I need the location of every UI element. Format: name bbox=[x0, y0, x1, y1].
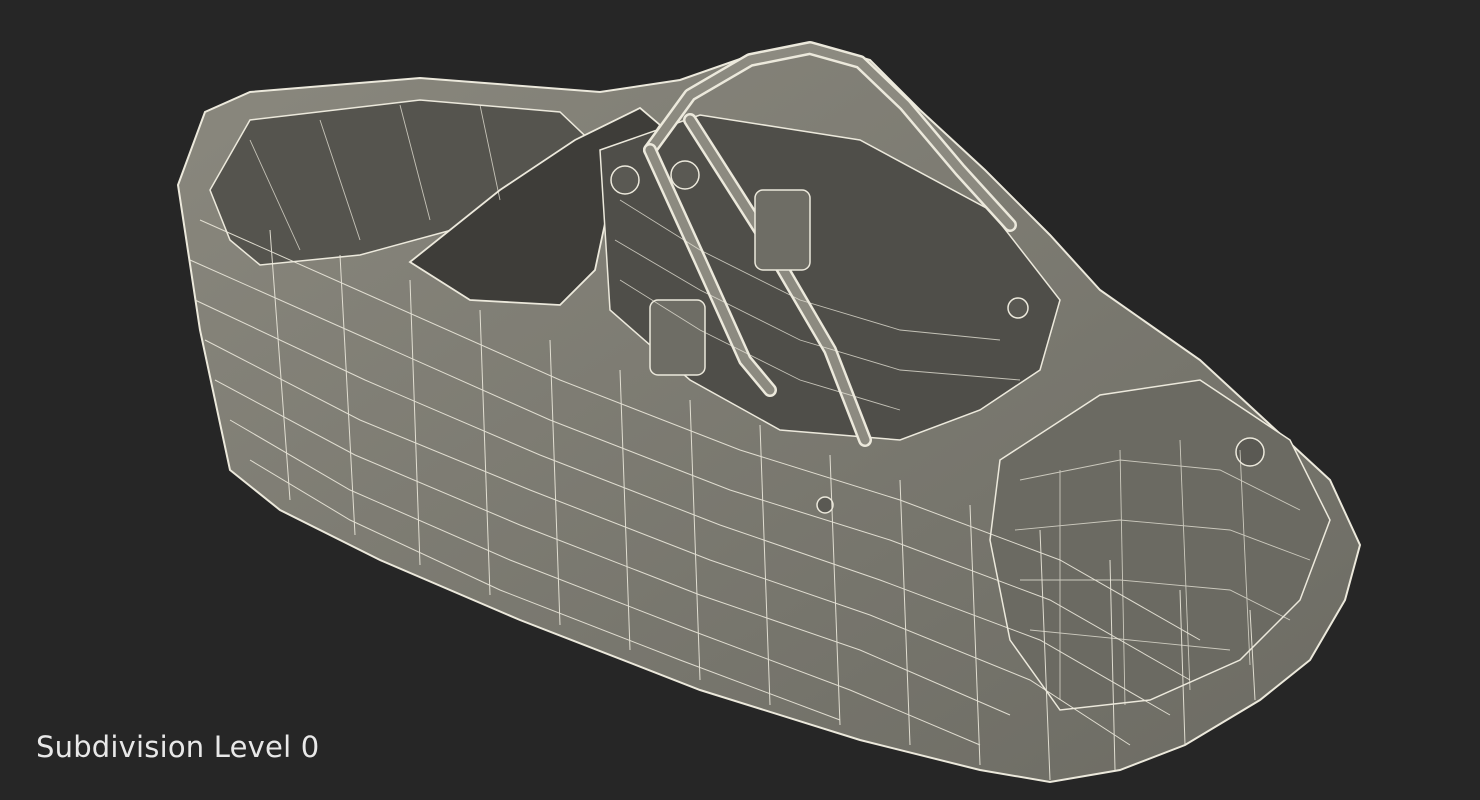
viewport: Subdivision Level 0 bbox=[0, 0, 1480, 800]
gauge-right bbox=[670, 160, 700, 190]
gauge-left bbox=[610, 165, 640, 195]
seat-left bbox=[649, 299, 706, 376]
seat-right bbox=[754, 189, 811, 271]
caption-label: Subdivision Level 0 bbox=[36, 730, 320, 764]
boat-wireframe-render bbox=[176, 41, 1362, 784]
hull-fitting bbox=[816, 496, 834, 514]
speaker-cockpit bbox=[1007, 297, 1029, 319]
